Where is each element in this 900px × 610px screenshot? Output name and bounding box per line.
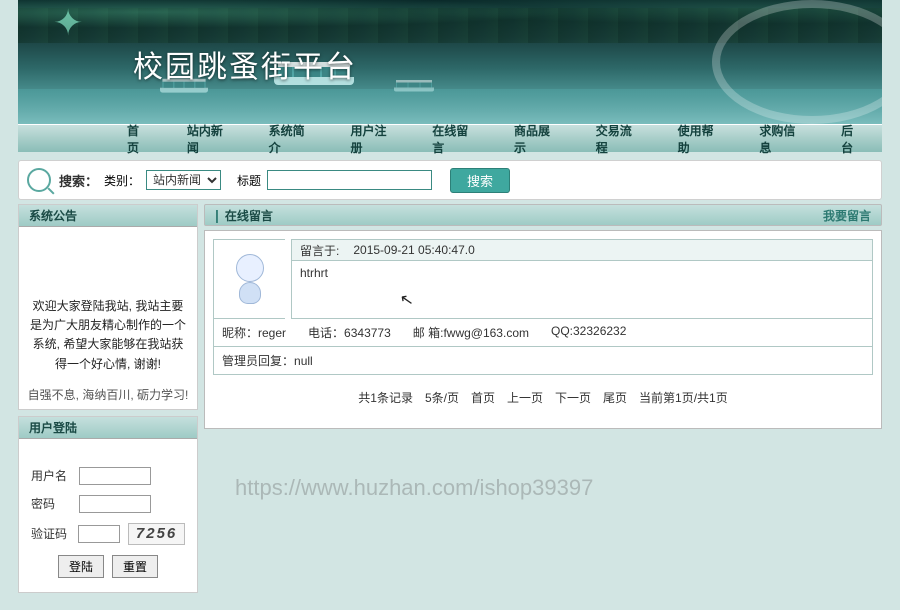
search-label: 搜索： [59, 171, 98, 190]
qq-value: 32326232 [573, 324, 626, 338]
message-date-label: 留言于: [300, 242, 339, 259]
category-label: 类别： [104, 172, 140, 189]
message-content: htrhrt [291, 261, 873, 319]
section-divider-icon: | [215, 207, 219, 223]
nav-admin[interactable]: 后台 [822, 122, 882, 156]
nav-register[interactable]: 用户注册 [331, 122, 413, 156]
reply-value: null [294, 354, 313, 368]
page-first[interactable]: 首页 [471, 389, 495, 406]
captcha-image[interactable]: 7256 [128, 523, 185, 545]
nav-help[interactable]: 使用帮助 [659, 122, 741, 156]
password-label: 密码 [31, 495, 71, 512]
message-date-row: 留言于: 2015-09-21 05:40:47.0 [291, 239, 873, 261]
banner-sparkle-icon: ✦ [53, 2, 133, 42]
captcha-label: 验证码 [31, 525, 70, 542]
nav-about[interactable]: 系统简介 [250, 122, 332, 156]
nav-news[interactable]: 站内新闻 [168, 122, 250, 156]
nickname-value: reger [258, 326, 286, 340]
phone-value: 6343773 [344, 326, 391, 340]
site-title: 校园跳蚤街平台 [133, 42, 357, 86]
reset-button[interactable]: 重置 [112, 555, 158, 578]
login-title: 用户登陆 [19, 417, 197, 439]
message-date: 2015-09-21 05:40:47.0 [353, 243, 474, 257]
message-info-row: 昵称：reger 电话：6343773 邮 箱:fwwg@163.com QQ:… [213, 319, 873, 347]
write-message-link[interactable]: 我要留言 [823, 207, 871, 224]
page-last[interactable]: 尾页 [603, 389, 627, 406]
page-size: 5条/页 [425, 389, 459, 406]
phone-label: 电话： [308, 326, 344, 340]
password-input[interactable] [79, 495, 151, 513]
message-reply-row: 管理员回复：null [213, 347, 873, 375]
category-select[interactable]: 站内新闻 [146, 170, 221, 190]
email-value: fwwg@163.com [443, 326, 529, 340]
nav-wanted[interactable]: 求购信息 [740, 122, 822, 156]
avatar-icon [231, 254, 269, 304]
username-label: 用户名 [31, 467, 71, 484]
magnifier-icon [27, 168, 51, 192]
guestbook-title: 在线留言 [225, 207, 273, 224]
page-prev[interactable]: 上一页 [507, 389, 543, 406]
page-current: 当前第1页/共1页 [639, 389, 728, 406]
login-button[interactable]: 登陆 [58, 555, 104, 578]
nav-process[interactable]: 交易流程 [577, 122, 659, 156]
page-total: 共1条记录 [358, 389, 413, 406]
message-list: 留言于: 2015-09-21 05:40:47.0 htrhrt 昵称：reg… [204, 230, 882, 429]
pagination: 共1条记录 5条/页 首页 上一页 下一页 尾页 当前第1页/共1页 [213, 375, 873, 420]
page-next[interactable]: 下一页 [555, 389, 591, 406]
title-label: 标题 [237, 172, 261, 189]
username-input[interactable] [79, 467, 151, 485]
captcha-input[interactable] [78, 525, 120, 543]
message-avatar-cell [213, 239, 285, 319]
guestbook-section-head: | 在线留言 我要留言 [204, 204, 882, 226]
login-panel: 用户登陆 用户名 密码 验证码 7256 登陆 重置 [18, 416, 198, 593]
search-bar: 搜索： 类别： 站内新闻 标题 搜索 [18, 160, 882, 200]
banner-boat-deco [396, 80, 432, 92]
email-label: 邮 箱: [413, 326, 444, 340]
announcement-title: 系统公告 [19, 205, 197, 227]
reply-label: 管理员回复： [222, 354, 294, 368]
main-nav: 首页 站内新闻 系统简介 用户注册 在线留言 商品展示 交易流程 使用帮助 求购… [18, 124, 882, 152]
header-banner: ✦ 校园跳蚤街平台 [18, 0, 882, 124]
nickname-label: 昵称： [222, 326, 258, 340]
qq-label: QQ: [551, 324, 573, 338]
nav-home[interactable]: 首页 [108, 122, 168, 156]
search-button[interactable]: 搜索 [450, 168, 510, 193]
announcement-footer: 自强不息, 海纳百川, 砺力学习! [19, 386, 197, 409]
nav-guestbook[interactable]: 在线留言 [413, 122, 495, 156]
search-title-input[interactable] [267, 170, 432, 190]
nav-products[interactable]: 商品展示 [495, 122, 577, 156]
announcement-body: 欢迎大家登陆我站, 我站主要是为广大朋友精心制作的一个系统, 希望大家能够在我站… [19, 227, 197, 386]
announcement-panel: 系统公告 欢迎大家登陆我站, 我站主要是为广大朋友精心制作的一个系统, 希望大家… [18, 204, 198, 410]
